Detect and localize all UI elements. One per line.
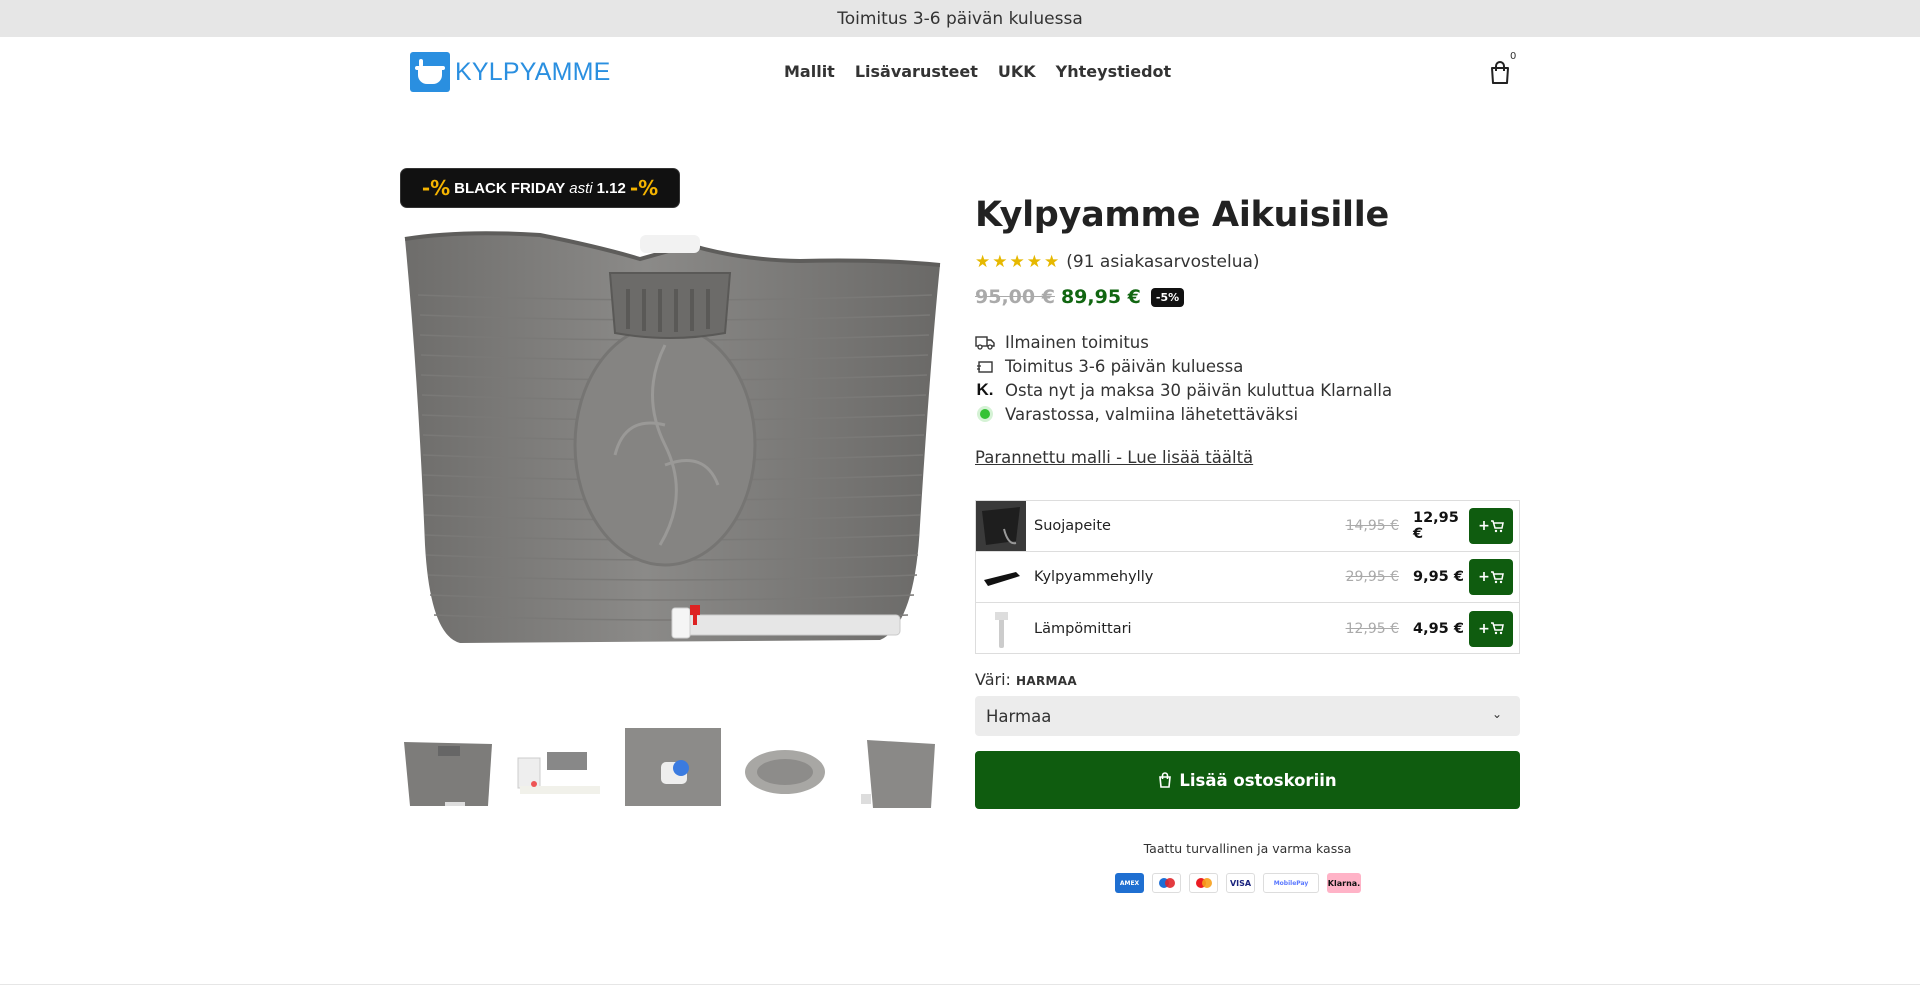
upsell-price: 4,95 € (1413, 620, 1464, 637)
upsell-image-thermometer (976, 604, 1026, 654)
sale-price: 89,95 € (1060, 286, 1141, 308)
add-upsell-button[interactable]: + (1469, 559, 1513, 595)
black-friday-badge: -% BLACK FRIDAY asti 1.12 -% (400, 168, 680, 208)
announcement-bar: Toimitus 3-6 päivän kuluessa (0, 0, 1920, 37)
cart-count: 0 (1510, 51, 1517, 62)
upsell-price: 9,95 € (1413, 569, 1464, 585)
feature-free-shipping: Ilmainen toimitus (975, 330, 1392, 354)
klarna-icon: K. (976, 380, 994, 399)
feature-in-stock: Varastossa, valmiina lähetettäväksi (975, 402, 1392, 426)
thumbnail-tub-side[interactable] (849, 728, 945, 812)
in-stock-icon (975, 404, 995, 424)
nav-item-yhteystiedot[interactable]: Yhteystiedot (1056, 62, 1172, 81)
feature-klarna: K. Osta nyt ja maksa 30 päivän kuluttua … (975, 378, 1393, 402)
rating[interactable]: ★ ★ ★ ★ ★ (91 asiakasarvostelua) (975, 252, 1260, 272)
color-label: Väri: HARMAA (975, 670, 1077, 689)
site-header: KYLPYAMME Mallit Lisävarusteet UKK Yhtey… (0, 37, 1920, 107)
review-count[interactable]: (91 asiakasarvostelua) (1066, 252, 1259, 272)
thumbnail-drain-closeup[interactable] (624, 728, 721, 812)
upsell-item: Lämpömittari 12,95 € 4,95 € + (976, 603, 1519, 654)
product-title: Kylpyamme Aikuisille (975, 195, 1389, 235)
maestro-icon (1152, 873, 1181, 893)
feature-list: Ilmainen toimitus Toimitus 3-6 päivän ku… (975, 330, 1392, 426)
logo-link[interactable]: KYLPYAMME (410, 52, 611, 92)
upsell-list: Suojapeite 14,95 € 12,95 € + Kylpyammehy… (975, 500, 1520, 654)
announcement-text: Toimitus 3-6 päivän kuluessa (837, 8, 1083, 29)
box-icon (975, 356, 995, 376)
upsell-image-shelf (976, 552, 1026, 602)
color-select-value: Harmaa (986, 706, 1052, 726)
badge-asti: asti (569, 179, 593, 197)
thumbnail-strip (400, 728, 945, 814)
logo-text: KYLPYAMME (455, 57, 611, 86)
add-upsell-button[interactable]: + (1469, 508, 1513, 544)
upsell-item: Kylpyammehylly 29,95 € 9,95 € + (976, 552, 1519, 603)
feature-text: Varastossa, valmiina lähetettäväksi (1005, 404, 1299, 424)
upsell-name: Suojapeite (1034, 518, 1111, 534)
upsell-item: Suojapeite 14,95 € 12,95 € + (976, 501, 1519, 552)
bag-icon (1159, 772, 1172, 788)
bathtub-logo-icon (410, 52, 450, 92)
badge-label: BLACK FRIDAY (454, 179, 566, 197)
add-to-cart-button[interactable]: Lisää ostoskoriin (975, 751, 1520, 809)
cart-icon (1490, 570, 1504, 583)
star-icon: ★ (1044, 251, 1060, 272)
mastercard-icon (1189, 873, 1218, 893)
feature-text: Ilmainen toimitus (1005, 332, 1149, 352)
secure-checkout-text: Taattu turvallinen ja varma kassa (1143, 841, 1352, 856)
thumbnail-accessories[interactable] (512, 728, 608, 812)
badge-pct-right: -% (629, 176, 659, 200)
payment-icons: AMEX VISA MobilePay Klarna. (1115, 873, 1361, 893)
product-main-image[interactable] (400, 225, 945, 665)
star-icon: ★ (975, 251, 991, 272)
feature-delivery-time: Toimitus 3-6 päivän kuluessa (975, 354, 1392, 378)
star-icon: ★ (1009, 251, 1025, 272)
truck-icon (975, 332, 995, 352)
star-icon: ★ (992, 251, 1008, 272)
badge-date: 1.12 (596, 179, 626, 197)
badge-pct-left: -% (421, 176, 451, 200)
upsell-image-cover (976, 501, 1026, 551)
thumbnail-tub-top[interactable] (737, 728, 833, 812)
add-to-cart-label: Lisää ostoskoriin (1179, 770, 1337, 790)
nav-item-lisavarusteet[interactable]: Lisävarusteet (855, 62, 978, 81)
feature-text: Toimitus 3-6 päivän kuluessa (1005, 356, 1244, 376)
amex-icon: AMEX (1115, 873, 1144, 893)
upsell-price: 12,95 € (1413, 510, 1459, 542)
cart-icon[interactable] (1486, 59, 1514, 87)
color-select[interactable]: Harmaa ⌄ (975, 696, 1520, 736)
upsell-old-price: 12,95 € (1345, 620, 1399, 637)
upsell-name: Lämpömittari (1034, 620, 1132, 637)
nav-item-mallit[interactable]: Mallit (784, 62, 835, 81)
mobilepay-icon: MobilePay (1263, 873, 1319, 893)
upsell-old-price: 29,95 € (1345, 569, 1399, 585)
thumbnail-tub-front[interactable] (400, 728, 496, 812)
upsell-name: Kylpyammehylly (1034, 569, 1154, 585)
color-value: HARMAA (1016, 674, 1077, 688)
compare-at-price: 95,00 € (975, 286, 1055, 308)
cart-icon (1490, 519, 1504, 532)
main-nav: Mallit Lisävarusteet UKK Yhteystiedot (784, 62, 1171, 81)
klarna-payment-icon: Klarna. (1327, 873, 1361, 893)
add-upsell-button[interactable]: + (1469, 610, 1513, 647)
upsell-old-price: 14,95 € (1345, 518, 1399, 534)
feature-text: Osta nyt ja maksa 30 päivän kuluttua Kla… (1005, 380, 1393, 400)
cart-icon (1490, 622, 1504, 635)
nav-item-ukk[interactable]: UKK (998, 62, 1036, 81)
visa-icon: VISA (1226, 873, 1255, 893)
chevron-down-icon: ⌄ (1491, 707, 1502, 721)
improved-model-link[interactable]: Parannettu malli - Lue lisää täältä (975, 448, 1253, 467)
star-icon: ★ (1026, 251, 1042, 272)
price-block: 95,00 € 89,95 € -5% (975, 286, 1185, 308)
discount-badge: -5% (1150, 287, 1185, 307)
divider (0, 984, 1920, 985)
